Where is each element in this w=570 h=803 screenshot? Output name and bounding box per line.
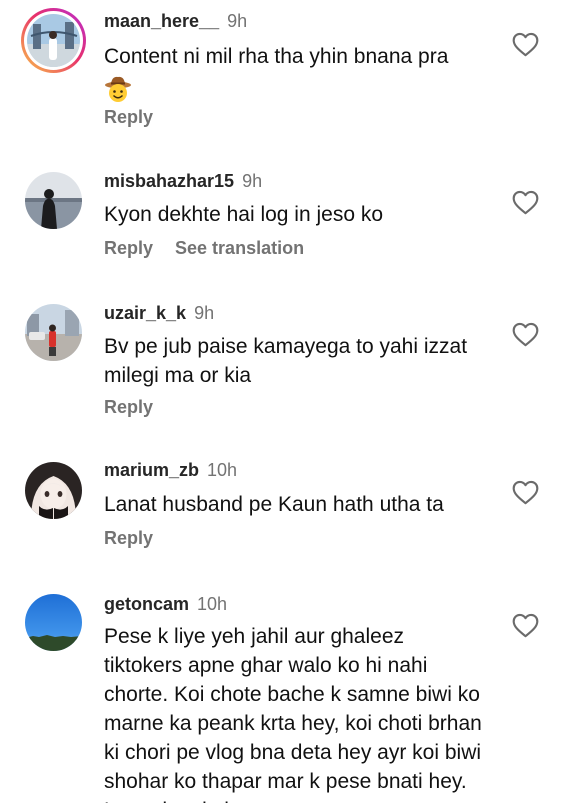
- heart-outline-icon: [512, 190, 539, 215]
- heart-outline-icon: [512, 32, 539, 57]
- like-button[interactable]: [512, 613, 539, 638]
- comment-item: uzair_k_k 9h Bv pe jub paise kamayega to …: [0, 292, 570, 432]
- timestamp: 9h: [227, 11, 248, 31]
- reply-button[interactable]: Reply: [104, 238, 153, 258]
- avatar-photo: [25, 304, 82, 361]
- avatar[interactable]: [21, 8, 86, 73]
- username[interactable]: maan_here__: [104, 11, 219, 31]
- comment-actions: Reply: [104, 396, 153, 418]
- heart-outline-icon: [512, 322, 539, 347]
- avatar-image: [27, 14, 80, 67]
- avatar-photo: [25, 594, 82, 651]
- timestamp: 9h: [242, 171, 263, 191]
- avatar[interactable]: [25, 304, 82, 361]
- avatar-photo: [25, 462, 82, 519]
- comment-header: getoncam 10h: [104, 593, 227, 615]
- timestamp: 10h: [197, 594, 228, 614]
- comment-item: getoncam 10h Pese k liye yeh jahil aur gh…: [0, 580, 570, 803]
- username[interactable]: uzair_k_k: [104, 303, 186, 323]
- avatar[interactable]: [25, 172, 82, 229]
- story-ring: [24, 11, 83, 70]
- comment-list: maan_here__ 9h Content ni mil rha tha yhi…: [0, 0, 570, 803]
- avatar[interactable]: [25, 594, 82, 651]
- like-button[interactable]: [512, 32, 539, 57]
- comment-text: Bv pe jub paise kamayega to yahi izzat m…: [104, 335, 468, 387]
- reply-button[interactable]: Reply: [104, 528, 153, 548]
- username[interactable]: marium_zb: [104, 460, 199, 480]
- avatar-photo: [27, 14, 80, 67]
- comment-actions: Reply See translation: [104, 237, 304, 259]
- timestamp: 9h: [194, 303, 215, 323]
- comment-item: marium_zb 10h Lanat husband pe Kaun hath …: [0, 450, 570, 570]
- comment-text-content: Content ni mil rha tha yhin bnana pra: [104, 45, 449, 68]
- like-button[interactable]: [512, 190, 539, 215]
- comment-item: maan_here__ 9h Content ni mil rha tha yhi…: [0, 0, 570, 150]
- heart-outline-icon: [512, 613, 539, 638]
- comment-text: Lanat husband pe Kaun hath utha ta: [104, 493, 444, 516]
- comment-header: marium_zb 10h: [104, 459, 237, 481]
- comment-text: Content ni mil rha tha yhin bnana pra: [104, 42, 484, 111]
- comment-text: Kyon dekhte hai log in jeso ko: [104, 203, 384, 226]
- heart-outline-icon: [512, 480, 539, 505]
- comment-header: misbahazhar15 9h: [104, 170, 262, 192]
- comment-header: maan_here__ 9h: [104, 10, 247, 32]
- see-translation-button[interactable]: See translation: [175, 238, 304, 258]
- comment-item: misbahazhar15 9h Kyon dekhte hai log in j…: [0, 160, 570, 280]
- comment-actions: Reply: [104, 527, 153, 549]
- reply-button[interactable]: Reply: [104, 107, 153, 127]
- like-button[interactable]: [512, 322, 539, 347]
- timestamp: 10h: [207, 460, 238, 480]
- like-button[interactable]: [512, 480, 539, 505]
- username[interactable]: misbahazhar15: [104, 171, 234, 191]
- avatar[interactable]: [25, 462, 82, 519]
- comment-text: Pese k liye yeh jahil aur ghaleez tiktok…: [104, 625, 482, 803]
- comment-actions: Reply: [104, 106, 153, 128]
- avatar-photo: [25, 172, 82, 229]
- reply-button[interactable]: Reply: [104, 397, 153, 417]
- username[interactable]: getoncam: [104, 594, 189, 614]
- comment-header: uzair_k_k 9h: [104, 302, 214, 324]
